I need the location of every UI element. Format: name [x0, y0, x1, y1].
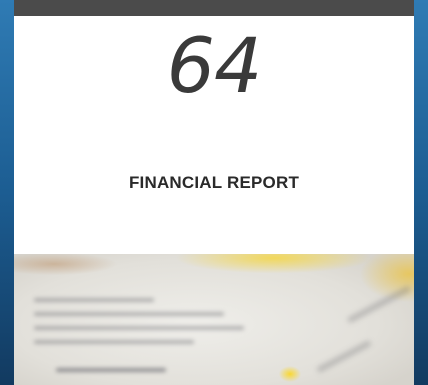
photo-text-line: [34, 340, 194, 344]
card-number: 64: [166, 21, 263, 110]
card-top-bar: [14, 0, 414, 16]
right-background-edge: [414, 0, 428, 385]
photo-text-line: [34, 326, 244, 330]
photo-text-line: [56, 368, 166, 372]
card-photo: [14, 254, 414, 385]
left-background-edge: [0, 0, 14, 385]
photo-pen-shape: [316, 340, 372, 373]
photo-text-line: [34, 312, 224, 316]
financial-report-card[interactable]: 64 FINANCIAL REPORT: [14, 0, 414, 385]
card-title[interactable]: FINANCIAL REPORT: [14, 172, 414, 194]
photo-pen-shape: [346, 285, 412, 324]
photo-text-line: [34, 298, 154, 302]
